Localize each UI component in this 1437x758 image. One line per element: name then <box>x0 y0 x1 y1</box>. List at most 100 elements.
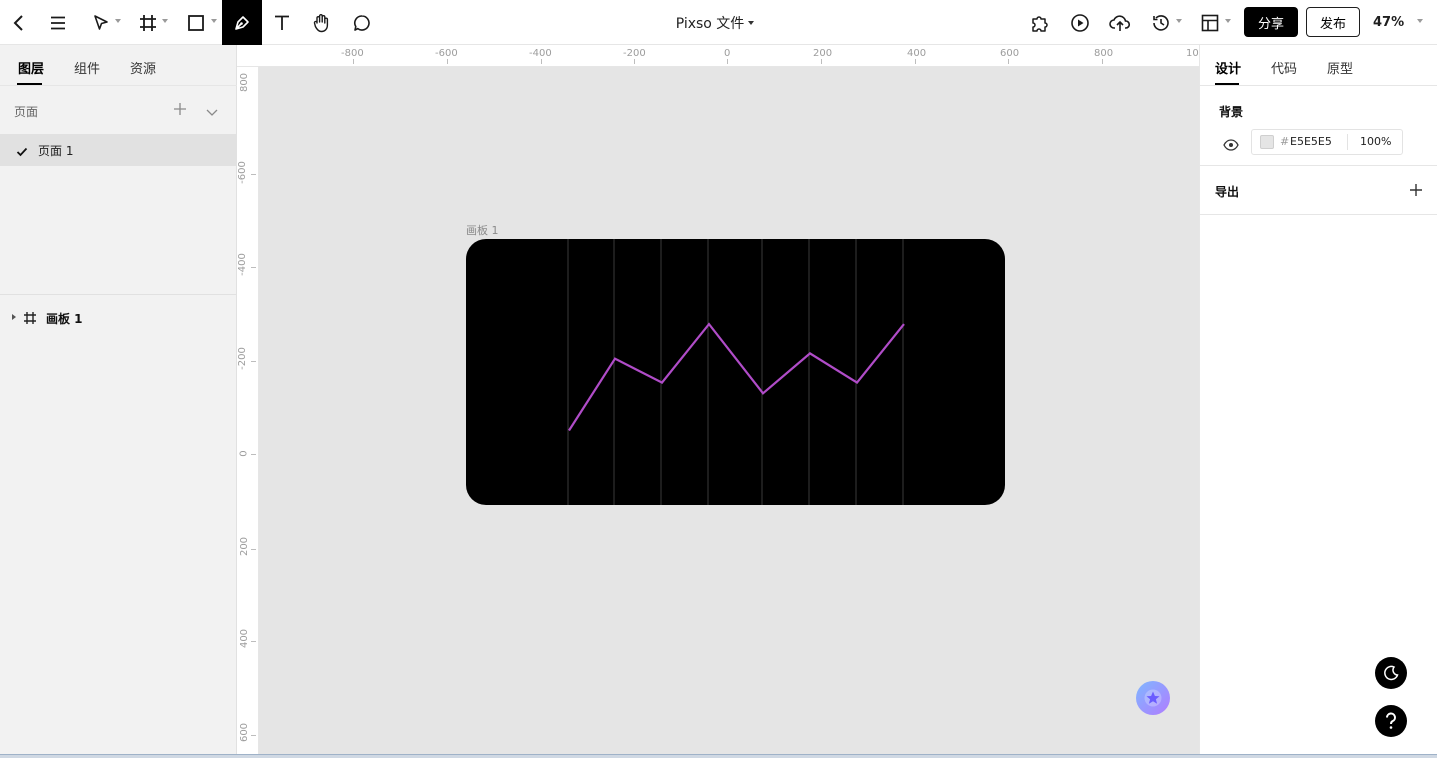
color-swatch[interactable] <box>1260 135 1274 149</box>
divider <box>1200 165 1437 166</box>
tab-components[interactable]: 组件 <box>74 58 100 77</box>
check-icon <box>16 143 28 162</box>
divider <box>0 85 237 86</box>
zoom-caret-icon[interactable] <box>1417 19 1423 23</box>
back-icon[interactable] <box>4 0 34 45</box>
tab-assets[interactable]: 资源 <box>130 58 156 77</box>
ruler-tick-label: 600 <box>1000 48 1020 59</box>
menu-icon[interactable] <box>43 0 73 45</box>
ruler-tick-label: 800 <box>1094 48 1114 59</box>
ruler-tick-label: -200 <box>623 48 646 59</box>
export-section-title: 导出 <box>1215 185 1240 199</box>
artboard-frame[interactable] <box>466 239 1005 505</box>
ruler-tick-label: 600 <box>239 722 251 743</box>
right-panel: 设计 代码 原型 背景 # E5E5E5 100% 导出 <box>1199 45 1437 758</box>
opacity-input[interactable]: 100% <box>1360 135 1391 148</box>
left-panel: 图层 组件 资源 页面 页面 1 画板 1 <box>0 45 237 758</box>
pen-polyline[interactable] <box>568 322 905 432</box>
play-icon[interactable] <box>1065 0 1095 45</box>
hex-value-input[interactable]: E5E5E5 <box>1290 135 1332 148</box>
rectangle-tool-icon[interactable] <box>181 0 211 45</box>
frame-tool-caret-icon[interactable] <box>162 19 168 23</box>
chevron-down-icon[interactable] <box>205 103 219 122</box>
ai-assistant-button[interactable] <box>1136 681 1170 715</box>
opacity-value: 100 <box>1360 135 1381 148</box>
ruler-tick <box>251 454 256 455</box>
vertical-ruler: 800 -600 -400 -200 0 200 400 600 <box>237 67 259 758</box>
frame-tool-icon[interactable] <box>133 0 163 45</box>
document-title[interactable]: Pixso 文件 <box>660 0 770 45</box>
expand-arrow-icon[interactable] <box>12 314 16 320</box>
ruler-tick-label: 0 <box>238 450 250 457</box>
share-button[interactable]: 分享 <box>1244 7 1298 37</box>
background-color-field[interactable]: # E5E5E5 100% <box>1251 129 1403 155</box>
ruler-tick-label: 200 <box>813 48 833 59</box>
design-canvas[interactable]: 画板 1 <box>259 67 1199 758</box>
star-icon <box>1144 689 1162 707</box>
ruler-tick-label: 0 <box>724 48 731 59</box>
hex-prefix: # <box>1280 135 1290 148</box>
divider <box>1200 214 1437 215</box>
eye-icon[interactable] <box>1223 136 1239 155</box>
question-icon <box>1386 712 1396 729</box>
ruler-tick <box>251 735 256 736</box>
ruler-tick-label: -800 <box>341 48 364 59</box>
artboard-gridlines <box>567 239 904 505</box>
publish-button[interactable]: 发布 <box>1306 7 1360 37</box>
document-title-text: Pixso 文件 <box>675 15 745 32</box>
tab-layers[interactable]: 图层 <box>18 58 44 77</box>
ruler-tick-label: -400 <box>237 253 248 276</box>
zoom-level-text: 47% <box>1373 15 1405 30</box>
tab-code[interactable]: 代码 <box>1271 58 1297 77</box>
horizontal-ruler: -800 -600 -400 -200 0 200 400 600 800 10 <box>237 45 1199 67</box>
comment-tool-icon[interactable] <box>347 0 377 45</box>
ruler-tick-label: 800 <box>239 72 251 93</box>
tab-design[interactable]: 设计 <box>1215 58 1241 77</box>
ruler-tick <box>821 59 822 64</box>
layout-caret-icon[interactable] <box>1225 19 1231 23</box>
divider <box>1200 85 1437 86</box>
layer-list-item[interactable]: 画板 1 <box>0 303 237 333</box>
page-list-item[interactable]: 页面 1 <box>0 134 237 166</box>
ruler-tick <box>251 641 256 642</box>
divider <box>0 294 237 295</box>
ruler-tick <box>1102 59 1103 64</box>
history-caret-icon[interactable] <box>1176 19 1182 23</box>
ruler-tick-label: 10 <box>1186 48 1199 59</box>
ruler-tick-label: 400 <box>239 628 251 649</box>
frame-label[interactable]: 画板 1 <box>466 222 499 238</box>
artboard-drawing <box>567 239 905 505</box>
layout-icon[interactable] <box>1195 0 1225 45</box>
opacity-unit: % <box>1381 135 1392 148</box>
tab-prototype[interactable]: 原型 <box>1327 58 1353 77</box>
add-export-icon[interactable] <box>1409 182 1423 201</box>
rectangle-tool-caret-icon[interactable] <box>211 19 217 23</box>
ruler-tick-label: -600 <box>237 161 248 184</box>
help-button[interactable] <box>1375 705 1407 737</box>
hand-tool-icon[interactable] <box>307 0 337 45</box>
background-section-title: 背景 <box>1219 105 1244 119</box>
ruler-tick-label: 200 <box>239 536 251 557</box>
ruler-tick <box>251 174 256 175</box>
ruler-tick <box>915 59 916 64</box>
ruler-tick <box>1008 59 1009 64</box>
ruler-tick <box>353 59 354 64</box>
add-page-icon[interactable] <box>172 101 188 121</box>
top-toolbar: Pixso 文件 分享 发布 47% <box>0 0 1437 45</box>
dark-mode-button[interactable] <box>1375 657 1407 689</box>
text-tool-icon[interactable] <box>267 0 297 45</box>
move-tool-icon[interactable] <box>86 0 116 45</box>
ruler-tick <box>251 267 256 268</box>
ruler-tick-label: -200 <box>237 347 248 370</box>
move-tool-caret-icon[interactable] <box>115 19 121 23</box>
ruler-tick <box>727 59 728 64</box>
taskbar-strip <box>0 754 1437 758</box>
frame-layer-icon <box>23 310 37 329</box>
plugin-icon[interactable] <box>1025 0 1055 45</box>
history-icon[interactable] <box>1146 0 1176 45</box>
ruler-tick <box>447 59 448 64</box>
document-menu-caret-icon <box>748 20 755 25</box>
pen-tool-icon[interactable] <box>222 0 262 45</box>
upload-icon[interactable] <box>1105 0 1135 45</box>
ruler-tick <box>251 361 256 362</box>
